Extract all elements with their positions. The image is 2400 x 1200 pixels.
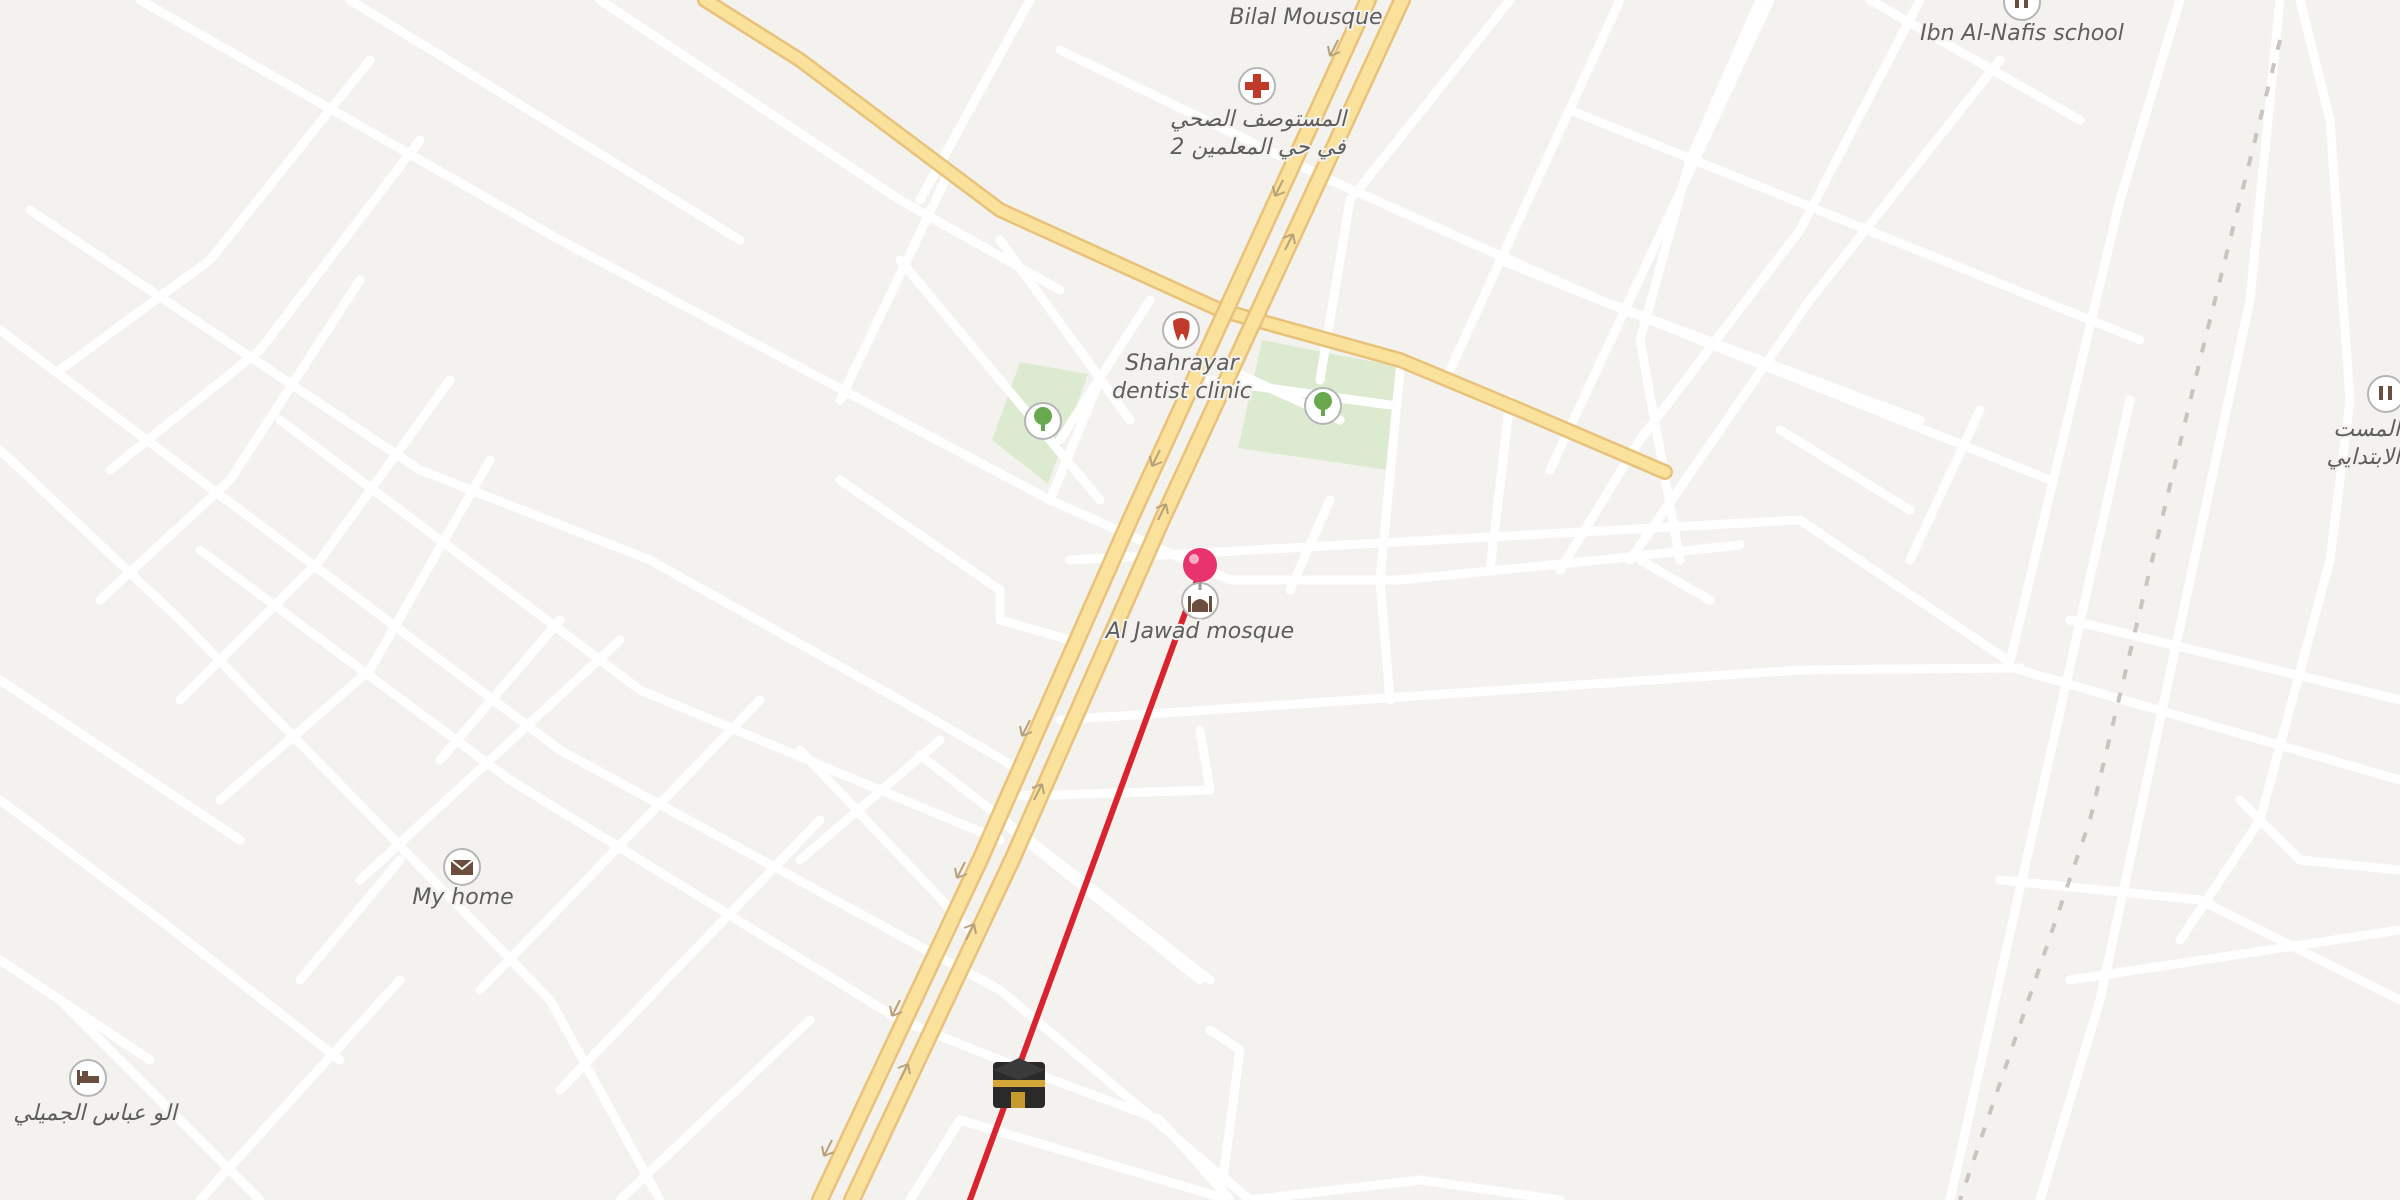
poi-label-line2: في حي المعلمين 2 bbox=[1170, 135, 1346, 160]
map-canvas[interactable]: Bilal Mousque المستوصف الصحي في حي المعل… bbox=[0, 0, 2400, 1200]
kaaba-icon[interactable] bbox=[993, 1058, 1045, 1108]
poi-label-line1: المست bbox=[2333, 417, 2400, 442]
envelope-icon bbox=[443, 848, 481, 886]
poi-label-line1: Shahrayar bbox=[1125, 351, 1240, 376]
poi-label: Ibn Al-Nafis school bbox=[1920, 21, 2124, 46]
poi-label: My home bbox=[412, 885, 513, 910]
poi-label-line2: dentist clinic bbox=[1112, 379, 1252, 404]
school-icon bbox=[2367, 375, 2400, 413]
poi-label-line2: الابتدايي bbox=[2326, 445, 2400, 470]
poi-label-line1: المستوصف الصحي bbox=[1170, 107, 1349, 132]
poi-park-west[interactable] bbox=[1024, 402, 1062, 440]
poi-bilal-mosque[interactable]: Bilal Mousque bbox=[1227, 3, 1384, 32]
tree-icon bbox=[1024, 402, 1062, 440]
tree-icon bbox=[1304, 387, 1342, 425]
tooth-icon bbox=[1162, 311, 1200, 349]
poi-label: الو عباس الجميلي bbox=[13, 1101, 179, 1126]
poi-label: Bilal Mousque bbox=[1229, 5, 1382, 30]
bed-icon bbox=[69, 1059, 107, 1097]
poi-park-east[interactable] bbox=[1304, 387, 1342, 425]
poi-label: Al Jawad mosque bbox=[1104, 619, 1294, 644]
medical-cross-icon bbox=[1238, 67, 1276, 105]
